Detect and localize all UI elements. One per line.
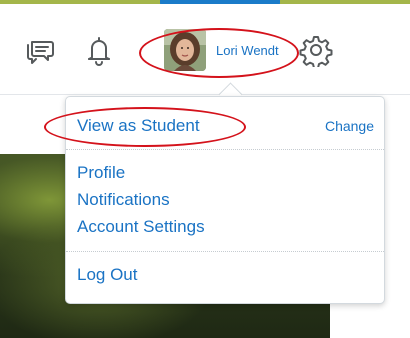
header-bar: Lori Wendt bbox=[0, 4, 410, 95]
bell-icon bbox=[82, 33, 116, 67]
view-as-student-label: View as Student bbox=[77, 116, 200, 135]
menu-item-account-settings[interactable]: Account Settings bbox=[77, 216, 205, 238]
change-role-link[interactable]: Change bbox=[325, 115, 374, 137]
profile-menu-button[interactable]: Lori Wendt bbox=[164, 28, 287, 72]
user-name-label: Lori Wendt bbox=[216, 42, 279, 58]
messages-button[interactable] bbox=[22, 32, 58, 68]
profile-dropdown-menu: View as Student Change Profile Notificat… bbox=[65, 96, 385, 304]
menu-item-log-out[interactable]: Log Out bbox=[77, 264, 138, 286]
chat-bubbles-icon bbox=[23, 33, 57, 67]
menu-divider bbox=[66, 251, 384, 252]
avatar bbox=[164, 29, 206, 71]
gear-icon bbox=[299, 33, 333, 67]
menu-item-profile[interactable]: Profile bbox=[77, 162, 125, 184]
notifications-button[interactable] bbox=[81, 32, 117, 68]
settings-button[interactable] bbox=[298, 32, 334, 68]
menu-divider bbox=[66, 149, 384, 150]
menu-item-notifications[interactable]: Notifications bbox=[77, 189, 170, 211]
